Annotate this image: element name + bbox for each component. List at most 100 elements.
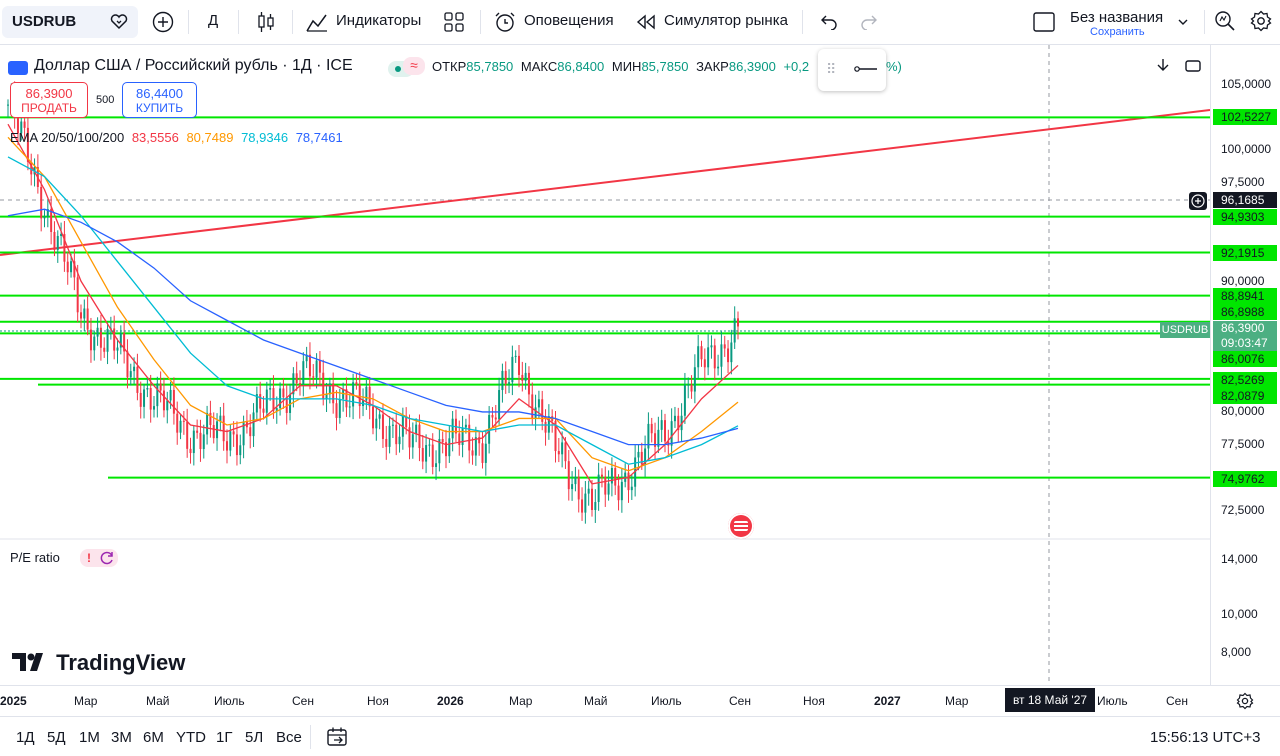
candle-body [388,425,391,447]
buy-button[interactable]: 86,4400 КУПИТЬ [122,82,197,118]
ema20-value: 83,5556 [131,130,179,145]
candle-body [53,231,56,251]
range-button-all[interactable]: Все [276,729,302,746]
candle-body [199,432,202,450]
candle-body [96,327,99,337]
candle-body [713,345,716,369]
tradingview-logo: TradingView [12,650,185,676]
candle-body [172,389,175,414]
time-tick: Сен [292,694,314,708]
range-button-3m[interactable]: 3М [111,729,132,746]
chevron-down-icon [1178,19,1188,25]
candle-body [700,346,703,360]
candle-body [451,418,454,439]
tv-small-logo-icon [8,61,28,75]
candle-body [418,424,421,449]
drawing-floating-toolbar[interactable]: ⠿ [818,49,886,91]
price-tick: 100,0000 [1221,142,1272,156]
date-range-calendar-icon[interactable] [326,726,348,748]
drag-handle-icon[interactable]: ⠿ [826,61,836,78]
range-button-ytd[interactable]: YTD [176,729,206,746]
line-tool-icon[interactable] [854,64,878,74]
candle-body [498,390,501,420]
candle-body [299,383,301,385]
last-price: 86,3900 [1221,321,1265,335]
range-button-1y[interactable]: 1Г [216,729,232,746]
candle-body [537,399,540,408]
time-tick: Май [146,694,170,708]
candle-body [707,347,710,368]
symbol-title[interactable]: Доллар США / Российский рубль · 1Д · ICE [34,57,353,75]
market-status-dot [395,66,401,72]
layout-name-button[interactable]: Без названия Сохранить [1066,6,1196,40]
maximize-icon[interactable] [1185,58,1201,74]
refresh-icon[interactable] [100,551,114,565]
ema-legend[interactable]: EMA 20/50/100/200 83,5556 80,7489 78,934… [10,130,343,145]
replay-label: Симулятор рынка [664,12,788,29]
candle-body [435,463,438,467]
clock-timezone[interactable]: 15:56:13 UTC+3 [1150,729,1261,746]
time-tick: Мар [74,694,98,708]
divider [480,10,481,34]
range-button-5d[interactable]: 5Д [47,729,66,746]
candle-body [720,344,723,367]
candle-body [494,417,497,420]
candle-body [103,347,106,352]
redo-icon[interactable] [860,14,878,30]
candle-body [561,442,564,455]
add-level-plus-icon[interactable] [1189,192,1207,210]
candle-body [627,472,630,491]
replay-button[interactable]: Симулятор рынка [636,8,796,36]
candle-body [23,121,26,128]
layout-square-icon[interactable] [1033,12,1055,32]
alerts-button[interactable]: Оповещения [494,8,618,36]
range-button-6m[interactable]: 6М [143,729,164,746]
candles-icon[interactable] [256,11,276,33]
candle-body [249,427,252,437]
undo-icon[interactable] [820,14,838,30]
compare-plus-icon[interactable] [152,11,174,33]
candle-body [723,344,726,349]
indicators-button[interactable]: Индикаторы [306,8,426,36]
candle-body [660,420,663,430]
time-axis[interactable]: 2025 Мар Май Июль Сен Ноя 2026 Мар Май И… [0,685,1280,716]
time-tick: 2027 [874,694,901,708]
candle-body [398,436,401,445]
candle-body [206,412,209,435]
candle-body [86,308,89,330]
candle-body [295,373,298,384]
range-button-1d[interactable]: 1Д [16,729,35,746]
indicators-label: Индикаторы [336,12,422,29]
time-axis-settings-icon[interactable] [1236,692,1254,710]
low-label: МИН [611,59,642,74]
time-tick: Ноя [803,694,825,708]
range-button-5y[interactable]: 5Л [245,729,263,746]
candle-body [179,420,182,433]
candle-body [415,424,418,435]
candle-body [169,389,172,401]
symbol-search-button[interactable]: USDRUB [2,6,138,38]
level-label: 88,8941 [1213,288,1277,304]
candle-body [710,345,713,348]
download-icon[interactable] [1156,58,1170,74]
divider [1204,10,1205,34]
level-label: 94,9303 [1213,209,1277,225]
interval-button[interactable]: Д [208,12,218,29]
us-flag-event-icon[interactable] [728,513,754,539]
settings-gear-icon[interactable] [1250,10,1272,32]
pe-ratio-label[interactable]: P/E ratio [10,550,60,565]
candle-body [252,412,255,437]
level-label: 86,0076 [1213,351,1277,367]
templates-grid-icon[interactable] [444,12,464,32]
candle-body [269,388,272,390]
heart-icon[interactable] [110,13,128,31]
quick-search-icon[interactable] [1214,10,1236,32]
level-label: 92,1915 [1213,245,1277,261]
sell-button[interactable]: 86,3900 ПРОДАТЬ [10,82,88,118]
candle-body [162,390,165,411]
chart-pane[interactable]: Доллар США / Российский рубль · 1Д · ICE… [0,45,1210,685]
time-tick: Сен [729,694,751,708]
price-axis[interactable]: 105,0000 100,0000 97,5000 90,0000 80,000… [1210,45,1280,685]
range-button-1m[interactable]: 1М [79,729,100,746]
candle-body [312,376,315,378]
